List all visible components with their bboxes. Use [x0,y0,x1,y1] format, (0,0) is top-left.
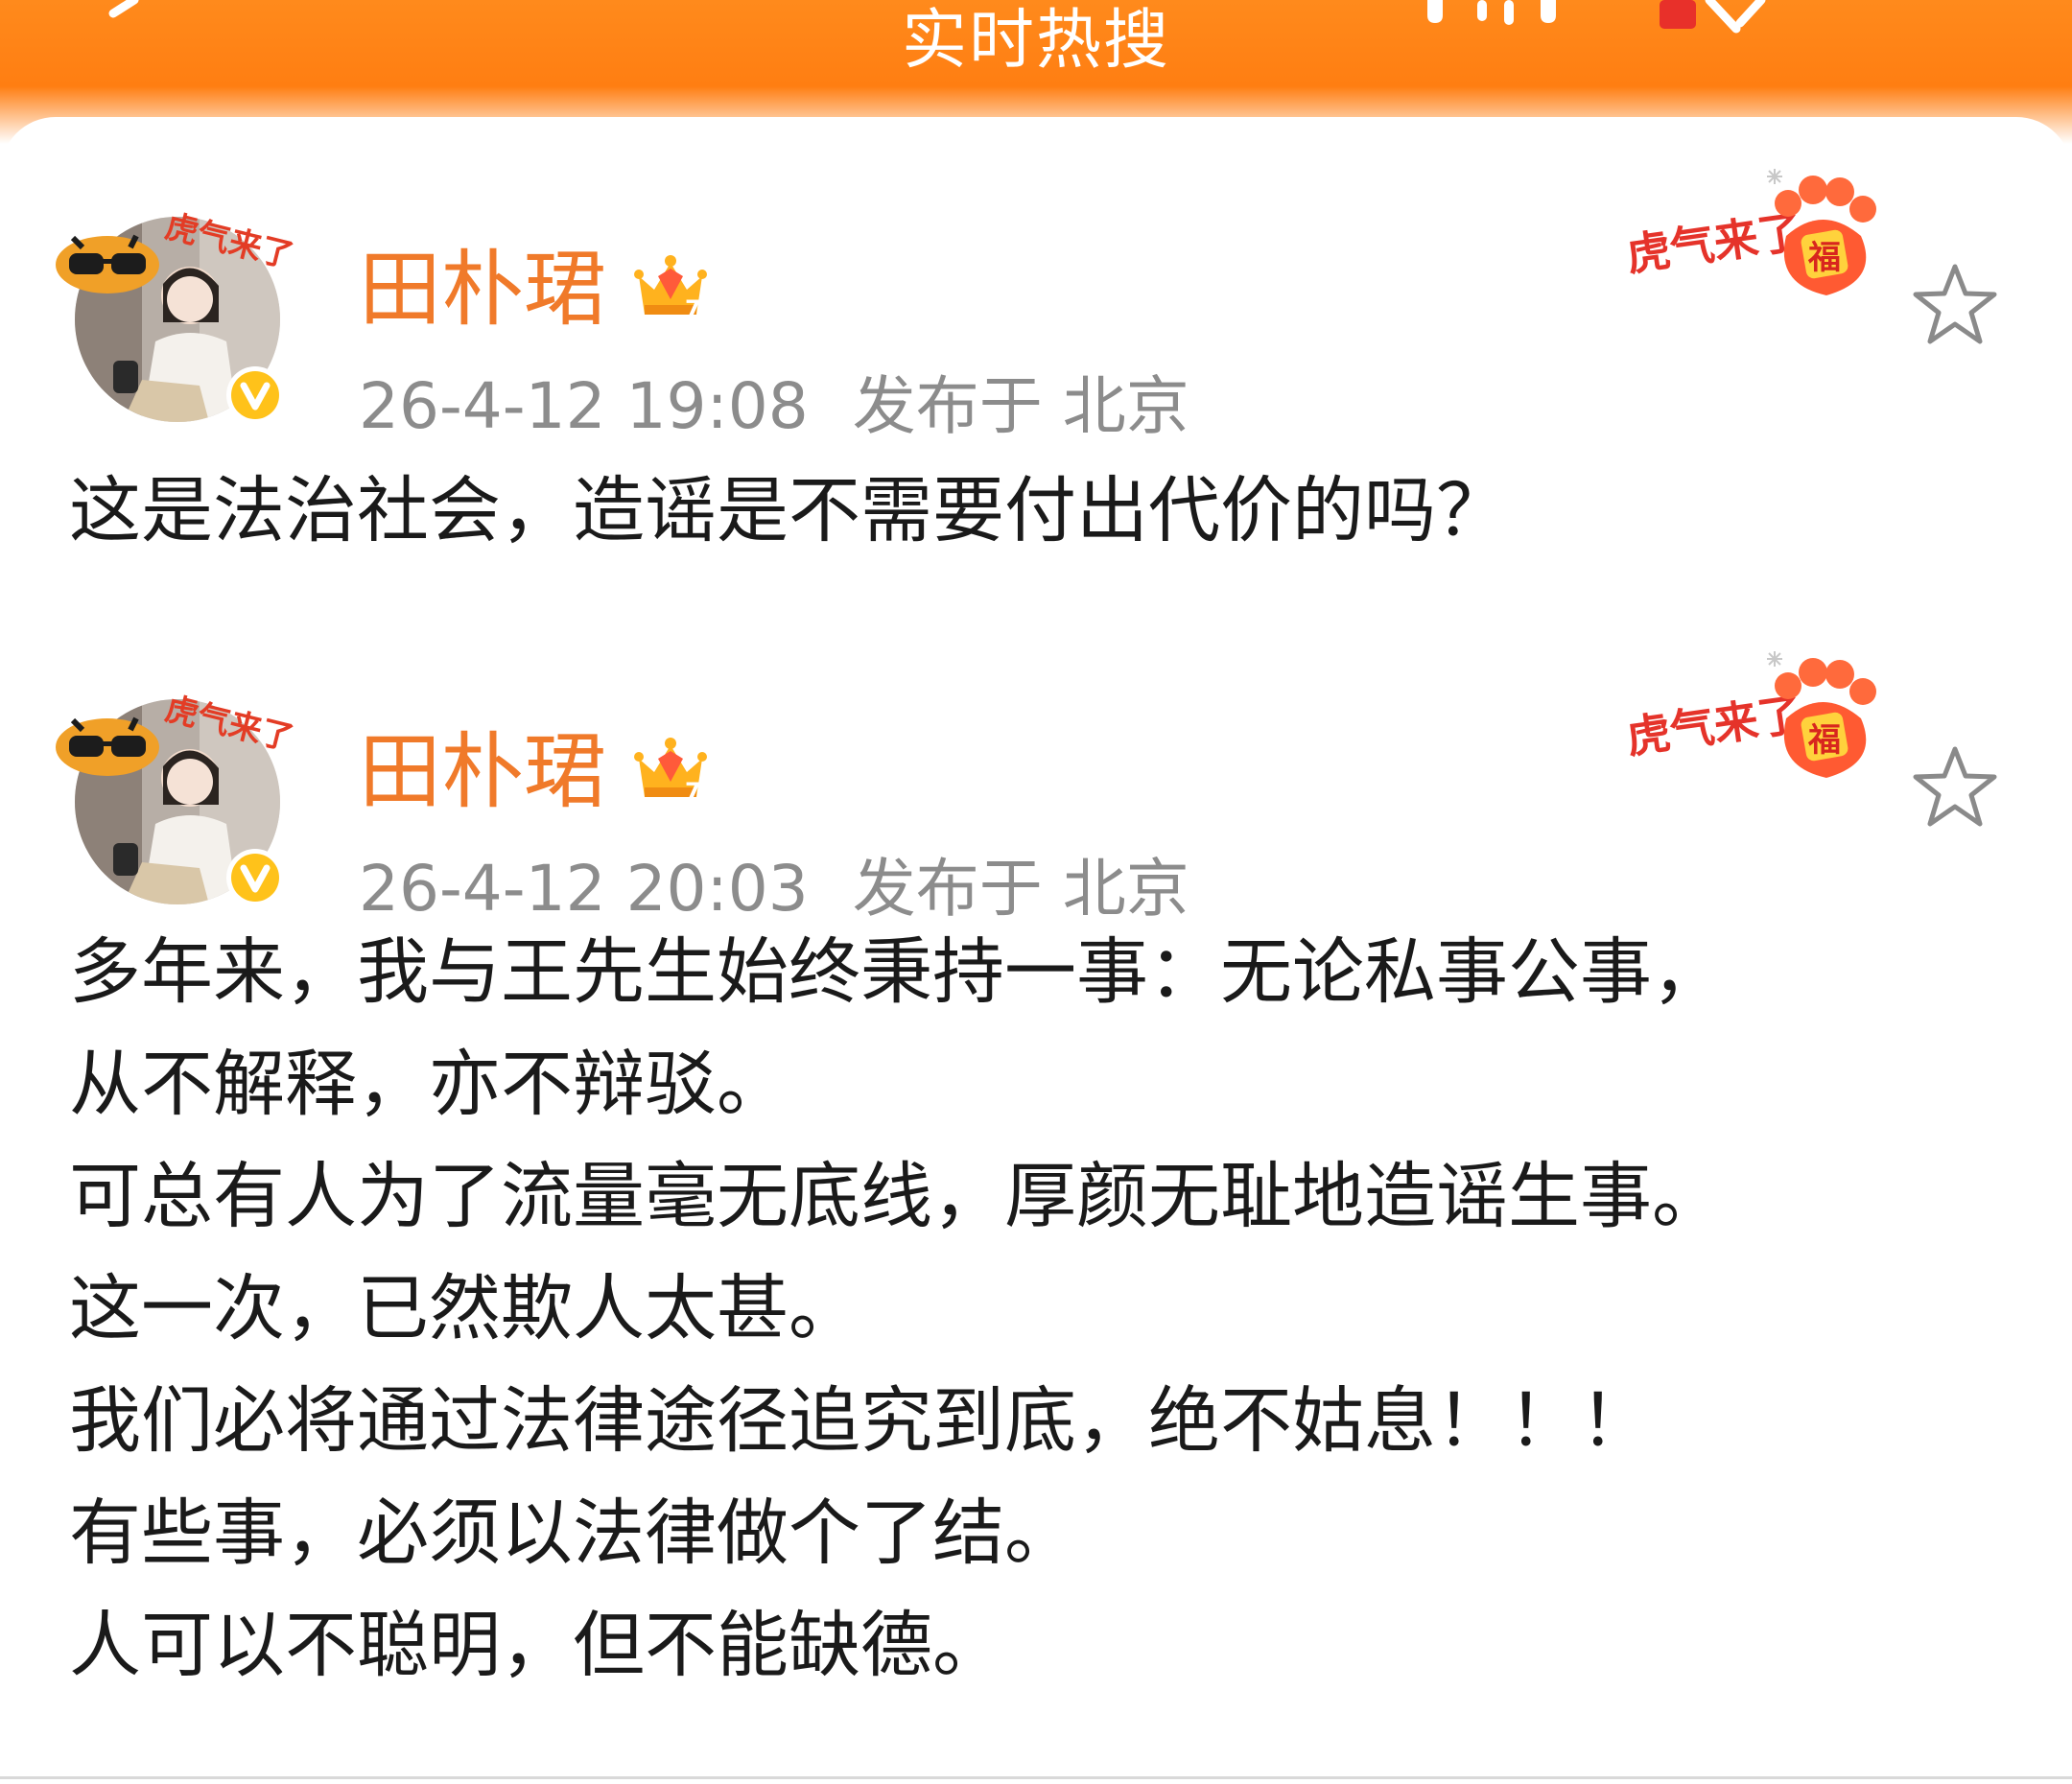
sticker-text: 虎气来了 [1623,688,1805,763]
sticker-badge: 福 [1807,721,1841,760]
post-timestamp: 26-4-12 20:03 [359,852,809,926]
avatar-frame: 虎气来了 [54,680,303,906]
crown-icon: 7 [631,730,710,809]
close-button[interactable] [1648,0,1773,38]
post-timestamp: 26-4-12 19:08 [359,369,809,443]
tiger-sunglasses-decoration [56,716,159,776]
more-button[interactable] [1418,0,1571,29]
sticker-badge: 福 [1807,239,1841,277]
divider [0,1776,2072,1779]
verified-v-icon [226,366,284,424]
content-card: 虎气来了 田朴珺 7 26-4-12 19:08 发布于 北京 虎气来了 福 这… [0,117,2072,1784]
post-text: 多年来，我与王先生始终秉持一事：无论私事公事， 从不解释，亦不辩驳。 可总有人为… [69,929,1725,1687]
top-nav-bar: 实时热搜 [0,0,2072,125]
post-meta: 26-4-12 19:08 发布于 北京 [359,368,1189,445]
verified-v-icon [226,849,284,906]
tiger-fortune-sticker: 虎气来了 福 [1621,165,1909,309]
post-text: 这是法治社会，造谣是不需要付出代价的吗？ [69,468,1509,552]
post-location: 发布于 北京 [852,852,1189,926]
username[interactable]: 田朴珺 [359,242,606,338]
crown-icon: 7 [631,247,710,326]
tiger-fortune-sticker: 虎气来了 福 [1621,647,1909,791]
star-icon [1913,264,1997,344]
member-level: 7 [685,778,701,805]
sticker-text: 虎气来了 [1623,205,1805,281]
star-icon [1913,746,1997,827]
member-level: 7 [685,295,701,322]
screen: 实时热搜 虎气来了 田朴珺 7 26-4-12 19:08 发布于 北京 虎气来… [0,0,2072,1784]
post-location: 发布于 北京 [852,369,1189,443]
favorite-button[interactable] [1911,261,1999,349]
tiger-sunglasses-decoration [56,234,159,293]
close-icon [1660,0,1766,34]
username[interactable]: 田朴珺 [359,724,606,820]
avatar-frame: 虎气来了 [54,198,303,424]
favorite-button[interactable] [1911,743,1999,832]
more-icon [1427,0,1556,25]
